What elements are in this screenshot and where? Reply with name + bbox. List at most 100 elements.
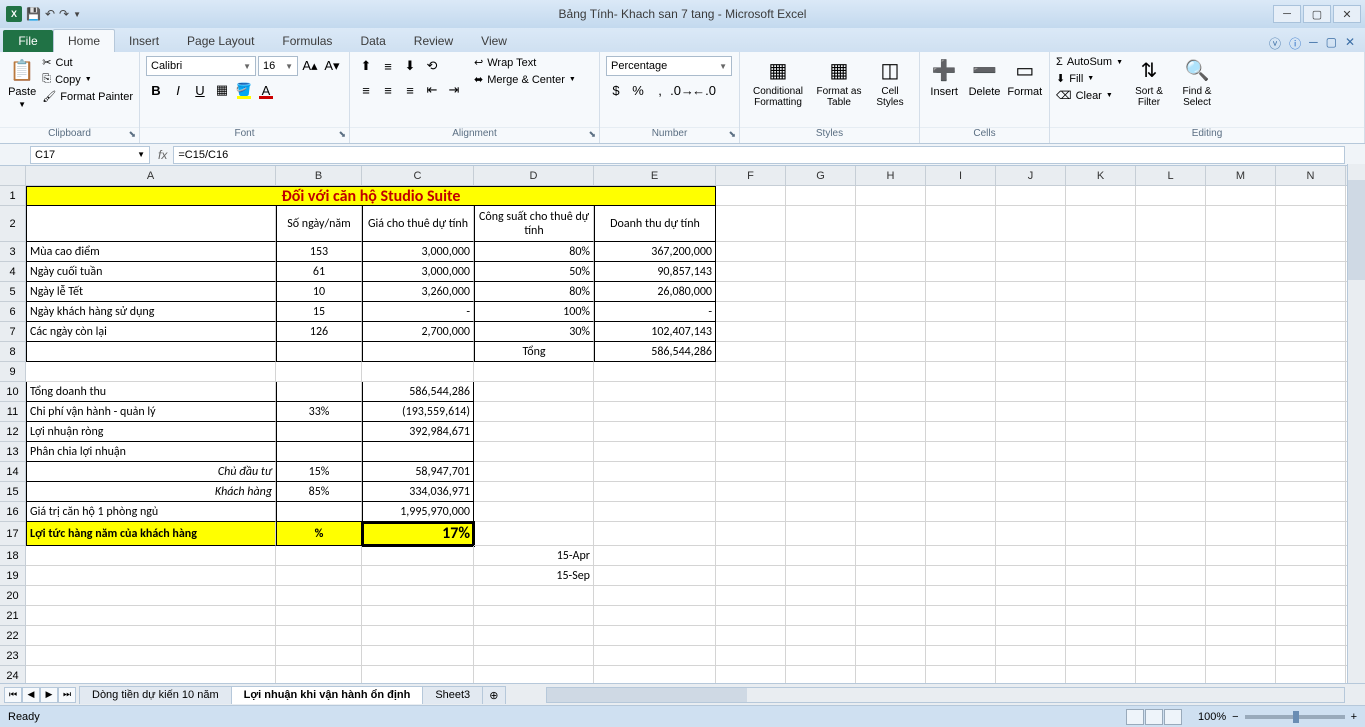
header-b[interactable]: Số ngày/năm — [276, 206, 362, 242]
row-header-7[interactable]: 7 — [0, 322, 26, 342]
sort-filter-button[interactable]: ⇅Sort & Filter — [1127, 56, 1171, 108]
font-name-combo[interactable]: Calibri▼ — [146, 56, 256, 76]
minimize-button[interactable]: ─ — [1273, 5, 1301, 23]
row-header-22[interactable]: 22 — [0, 626, 26, 646]
cell[interactable] — [1276, 586, 1346, 606]
cell[interactable] — [1276, 322, 1346, 342]
cell[interactable] — [1136, 462, 1206, 482]
cell[interactable] — [1206, 322, 1276, 342]
cell[interactable] — [1066, 462, 1136, 482]
cell[interactable] — [1136, 522, 1206, 546]
row-header-13[interactable]: 13 — [0, 442, 26, 462]
cell[interactable] — [856, 186, 926, 206]
cell[interactable] — [856, 382, 926, 402]
cell-a8[interactable] — [26, 342, 276, 362]
cell[interactable] — [926, 586, 996, 606]
cell[interactable] — [856, 422, 926, 442]
cell[interactable] — [26, 606, 276, 626]
cell-c4[interactable]: 3,000,000 — [362, 262, 474, 282]
cell[interactable] — [1136, 626, 1206, 646]
cell[interactable] — [996, 242, 1066, 262]
cell-c15[interactable]: 334,036,971 — [362, 482, 474, 502]
cell[interactable] — [996, 566, 1066, 586]
cell[interactable] — [996, 302, 1066, 322]
cell[interactable] — [786, 482, 856, 502]
cell-a6[interactable]: Ngày khách hàng sử dụng — [26, 302, 276, 322]
col-header-I[interactable]: I — [926, 166, 996, 186]
cell-b15[interactable]: 85% — [276, 482, 362, 502]
cell[interactable] — [1136, 546, 1206, 566]
increase-indent-icon[interactable]: ⇥ — [444, 80, 464, 100]
cell[interactable] — [276, 546, 362, 566]
cell[interactable] — [926, 606, 996, 626]
cell[interactable] — [716, 302, 786, 322]
col-header-D[interactable]: D — [474, 166, 594, 186]
cell-c5[interactable]: 3,260,000 — [362, 282, 474, 302]
cell-a15[interactable]: Khách hàng — [26, 482, 276, 502]
header-d[interactable]: Công suất cho thuê dự tính — [474, 206, 594, 242]
tab-home[interactable]: Home — [53, 29, 115, 52]
cell[interactable] — [716, 626, 786, 646]
cell[interactable] — [926, 302, 996, 322]
cell[interactable] — [716, 522, 786, 546]
cell[interactable] — [276, 646, 362, 666]
cell[interactable] — [1206, 422, 1276, 442]
cell[interactable] — [1066, 402, 1136, 422]
row-header-6[interactable]: 6 — [0, 302, 26, 322]
currency-icon[interactable]: $ — [606, 80, 626, 100]
cell[interactable] — [996, 322, 1066, 342]
cell[interactable] — [1206, 186, 1276, 206]
cell-c11[interactable]: (193,559,614) — [362, 402, 474, 422]
cell[interactable] — [1136, 422, 1206, 442]
cell[interactable] — [786, 646, 856, 666]
conditional-formatting-button[interactable]: ▦Conditional Formatting — [746, 56, 810, 108]
cell[interactable] — [26, 546, 276, 566]
cell[interactable] — [716, 646, 786, 666]
cell[interactable] — [1136, 322, 1206, 342]
window-close-icon[interactable]: ✕ — [1345, 35, 1355, 52]
cell[interactable] — [26, 586, 276, 606]
orientation-icon[interactable]: ⟲ — [422, 56, 442, 76]
cell-a4[interactable]: Ngày cuối tuần — [26, 262, 276, 282]
format-as-table-button[interactable]: ▦Format as Table — [814, 56, 864, 108]
wrap-text-button[interactable]: ↩Wrap Text — [474, 56, 576, 69]
cell-b3[interactable]: 153 — [276, 242, 362, 262]
cell[interactable] — [786, 206, 856, 242]
cell[interactable] — [1066, 566, 1136, 586]
cell[interactable] — [786, 586, 856, 606]
cell[interactable] — [1206, 262, 1276, 282]
row-header-11[interactable]: 11 — [0, 402, 26, 422]
cell[interactable] — [362, 586, 474, 606]
number-launcher[interactable]: ⬊ — [728, 129, 736, 140]
cell[interactable] — [1276, 186, 1346, 206]
cell[interactable] — [996, 502, 1066, 522]
cell[interactable] — [594, 546, 716, 566]
row-header-12[interactable]: 12 — [0, 422, 26, 442]
cell-b6[interactable]: 15 — [276, 302, 362, 322]
redo-icon[interactable]: ↷ — [59, 7, 69, 21]
cell[interactable] — [594, 382, 716, 402]
cell[interactable] — [1136, 206, 1206, 242]
cell[interactable] — [1276, 462, 1346, 482]
view-normal-icon[interactable] — [1126, 709, 1144, 725]
cell[interactable] — [1206, 362, 1276, 382]
cell[interactable] — [786, 186, 856, 206]
cell-a7[interactable]: Các ngày còn lại — [26, 322, 276, 342]
cell[interactable] — [26, 566, 276, 586]
insert-cells-button[interactable]: ➕Insert — [926, 56, 962, 98]
cell[interactable] — [276, 566, 362, 586]
cell[interactable] — [1066, 322, 1136, 342]
cell[interactable] — [594, 606, 716, 626]
cell[interactable] — [786, 422, 856, 442]
cell[interactable] — [1206, 342, 1276, 362]
col-header-C[interactable]: C — [362, 166, 474, 186]
save-icon[interactable]: 💾 — [26, 7, 41, 21]
cell[interactable] — [594, 462, 716, 482]
cell[interactable] — [786, 402, 856, 422]
cell[interactable] — [926, 402, 996, 422]
cell[interactable] — [996, 482, 1066, 502]
cell[interactable] — [716, 362, 786, 382]
cell[interactable] — [716, 566, 786, 586]
vertical-scrollbar[interactable] — [1347, 164, 1365, 683]
row-header-19[interactable]: 19 — [0, 566, 26, 586]
